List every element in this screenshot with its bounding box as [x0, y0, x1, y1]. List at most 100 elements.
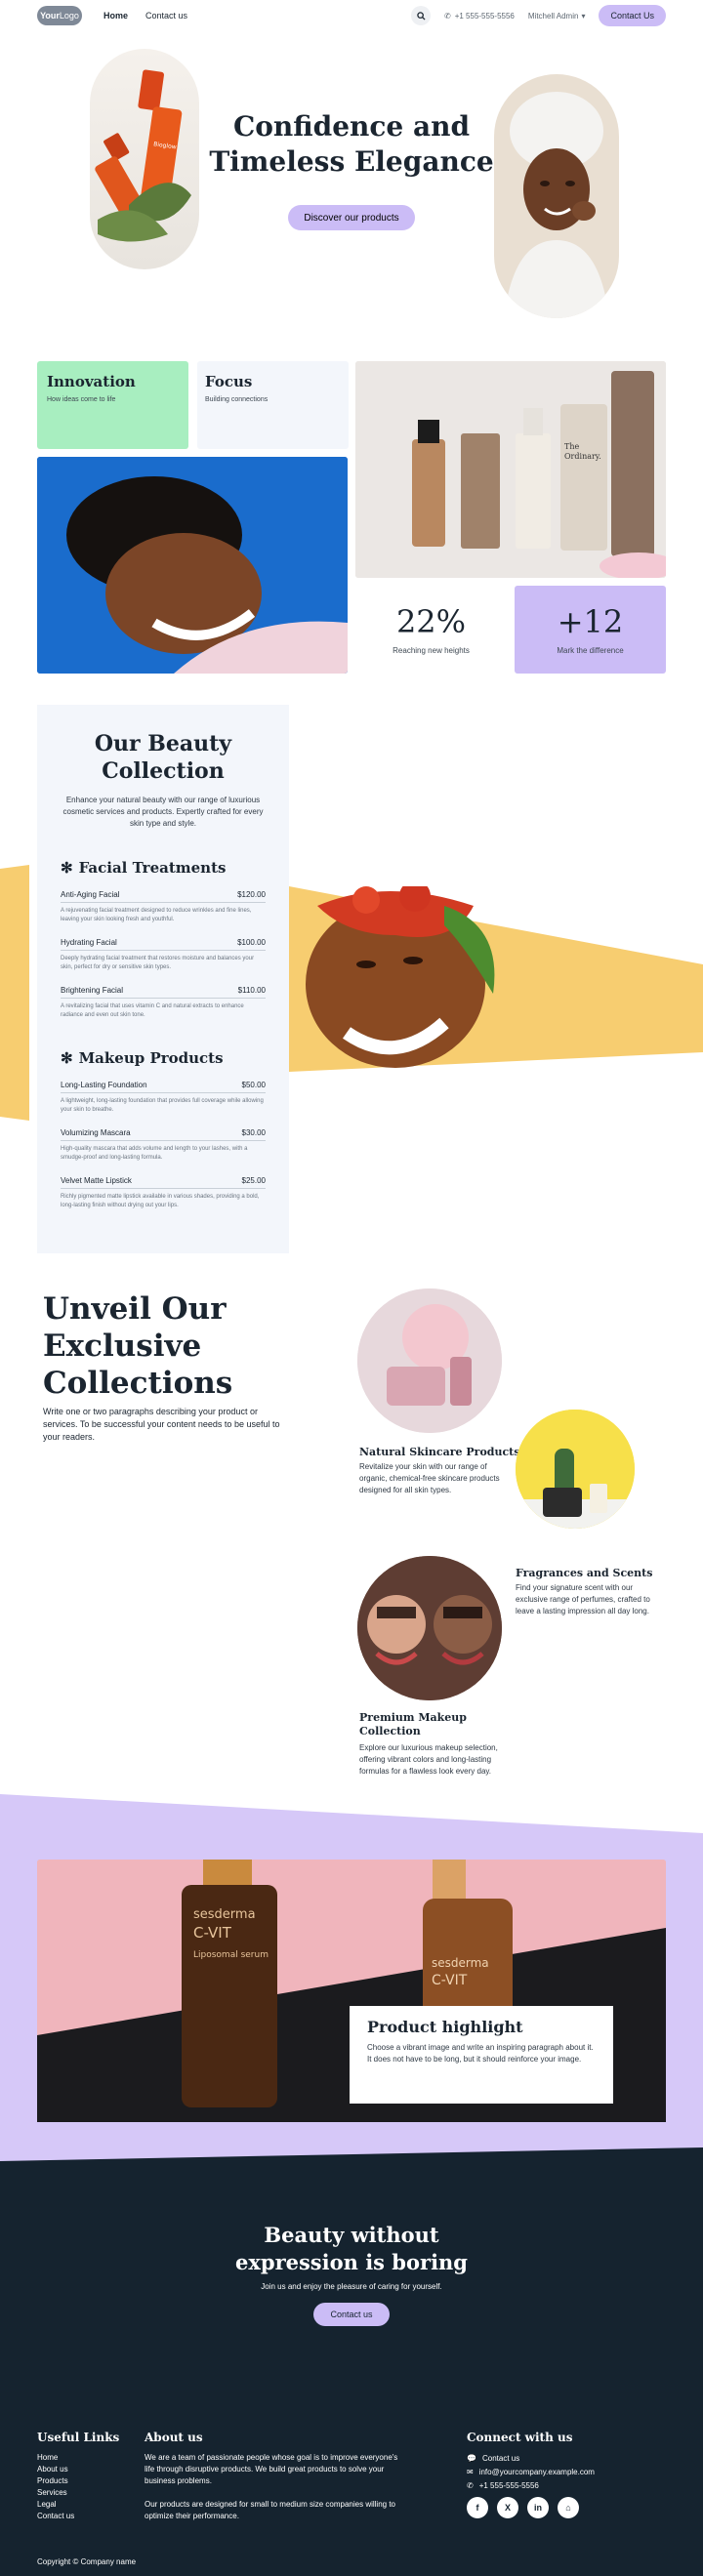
menu-item-desc: A lightweight, long-lasting foundation t…: [61, 1098, 264, 1113]
nav-home[interactable]: Home: [103, 11, 128, 20]
lavender-wedge: [0, 2122, 703, 2161]
svg-text:The: The: [564, 442, 579, 451]
highlight-title: Product highlight: [367, 2018, 523, 2036]
footer-links-title: Useful Links: [37, 2431, 120, 2444]
logo[interactable]: Your Logo: [37, 6, 82, 25]
footer-contact-item[interactable]: ✆ +1 555-555-5556: [467, 2479, 595, 2493]
nav-contact[interactable]: Contact us: [145, 11, 187, 20]
copyright: Copyright © Company name: [37, 2557, 137, 2566]
collection-lead: Enhance your natural beauty with our ran…: [62, 796, 264, 828]
facebook-icon[interactable]: f: [467, 2497, 488, 2518]
product-desc: Explore our luxurious makeup selection, …: [359, 1743, 498, 1776]
menu-item-name: Volumizing Mascara: [61, 1128, 131, 1137]
svg-text:Ordinary.: Ordinary.: [564, 452, 601, 461]
footer-contact: 💬 Contact us ✉ info@yourcompany.example.co…: [467, 2452, 595, 2493]
footer-link[interactable]: Services: [37, 2487, 74, 2499]
feature-tile-focus: Focus Building connections: [197, 361, 349, 449]
product-highlight-card: Product highlight Choose a vibrant image…: [350, 2006, 613, 2104]
asterisk-icon: ✻: [61, 1049, 73, 1067]
user-name: Mitchell Admin: [527, 11, 579, 20]
footer-links: Home About us Products Services Legal Co…: [37, 2452, 74, 2522]
makeup-collection-image: [357, 1556, 502, 1700]
user-menu[interactable]: Mitchell Admin ▾: [528, 12, 586, 20]
footer-contact-item[interactable]: ✉ info@yourcompany.example.com: [467, 2466, 595, 2479]
footer-link[interactable]: Home: [37, 2452, 74, 2464]
menu-item-price: $120.00: [237, 890, 266, 899]
menu-item-desc: Richly pigmented matte lipstick availabl…: [61, 1194, 260, 1208]
header-phone[interactable]: ✆ +1 555-555-5556: [444, 12, 515, 20]
menu-item-name: Brightening Facial: [61, 986, 124, 995]
menu-item-desc: A rejuvenating facial treatment designed…: [61, 908, 252, 922]
home-icon[interactable]: ⌂: [558, 2497, 579, 2518]
feature-subtitle: Building connections: [205, 396, 269, 403]
bottle-brand-text: sesderma: [193, 1907, 256, 1922]
menu-section-title: Facial Treatments: [78, 859, 227, 877]
cta-title: Beauty without expression is boring: [235, 2223, 468, 2274]
logo-bold-text: Your: [40, 11, 60, 20]
product-desc: Find your signature scent with our exclu…: [516, 1583, 650, 1615]
unveil-text: Write one or two paragraphs describing y…: [43, 1407, 280, 1442]
discover-products-button[interactable]: Discover our products: [288, 205, 415, 230]
page: Your Logo Home Contact us ✆ +1 555-555-55…: [0, 0, 703, 2576]
menu-section-makeup: ✻ Makeup Products: [61, 1049, 289, 1067]
x-icon[interactable]: X: [497, 2497, 518, 2518]
menu-item-name: Anti-Aging Facial: [61, 890, 120, 899]
collection-title: Our Beauty Collection: [94, 731, 232, 784]
stat-label: Mark the difference: [557, 646, 624, 655]
feature-title: Innovation: [47, 373, 136, 390]
footer-contact-text: Contact us: [481, 2454, 520, 2463]
menu-item-name: Long-Lasting Foundation: [61, 1081, 147, 1089]
logo-text: Logo: [59, 11, 79, 20]
stat-value: +12: [557, 603, 624, 640]
menu-item: Brightening Facial $110.00 A revitalizing…: [61, 986, 266, 1020]
footer-contact-text: info@yourcompany.example.com: [478, 2468, 595, 2476]
stat-value: 22%: [395, 603, 467, 640]
unveil-title: Unveil Our Exclusive Collections: [43, 1291, 233, 1401]
social-links: f X in ⌂: [467, 2497, 579, 2518]
menu-item: Long-Lasting Foundation $50.00 A lightwei…: [61, 1081, 266, 1115]
cta-contact-button[interactable]: Contact us: [313, 2303, 390, 2326]
footer-contact-text: +1 555-555-5556: [478, 2481, 539, 2490]
menu-item-price: $110.00: [237, 986, 266, 995]
hero-right-image: [494, 74, 619, 318]
footer-contact-title: Connect with us: [467, 2431, 573, 2444]
menu-item-name: Velvet Matte Lipstick: [61, 1176, 132, 1185]
feature-subtitle: How ideas come to life: [47, 396, 116, 403]
footer-link[interactable]: About us: [37, 2464, 74, 2475]
menu-item-name: Hydrating Facial: [61, 938, 117, 947]
search-icon: [416, 11, 426, 20]
menu-item-desc: Deeply hydrating facial treatment that r…: [61, 956, 255, 970]
footer-link[interactable]: Contact us: [37, 2511, 74, 2522]
skincare-bottles-image: The Ordinary.: [355, 361, 666, 578]
phone-icon: ✆: [444, 11, 451, 20]
fragrance-image: [516, 1410, 635, 1529]
footer-link[interactable]: Products: [37, 2475, 74, 2487]
envelope-icon: ✉: [467, 2468, 474, 2476]
menu-item-price: $25.00: [241, 1176, 266, 1185]
beauty-collection-menu: Our Beauty Collection Enhance your natur…: [37, 705, 289, 1253]
bottle-name-text: C-VIT: [193, 1924, 232, 1942]
stat-card-reach: 22% Reaching new heights: [355, 586, 507, 674]
menu-item-desc: High-quality mascara that adds volume an…: [61, 1146, 248, 1161]
menu-item-price: $30.00: [241, 1128, 266, 1137]
search-button[interactable]: [411, 6, 431, 25]
linkedin-icon[interactable]: in: [527, 2497, 549, 2518]
product-title: Premium Makeup Collection: [359, 1711, 467, 1738]
stat-card-difference: +12 Mark the difference: [515, 586, 666, 674]
smiling-woman-image: [37, 457, 348, 674]
footer-about: We are a team of passionate people whose…: [145, 2452, 408, 2522]
menu-item: Anti-Aging Facial $120.00 A rejuvenating …: [61, 890, 266, 924]
menu-item: Volumizing Mascara $30.00 High-quality ma…: [61, 1128, 266, 1163]
footer-contact-item[interactable]: 💬 Contact us: [467, 2452, 595, 2466]
flower-woman-image: [298, 886, 554, 1078]
header-contact-button[interactable]: Contact Us: [599, 5, 666, 26]
cta-subtitle: Join us and enjoy the pleasure of caring…: [261, 2282, 442, 2291]
footer-about-text: We are a team of passionate people whose…: [145, 2453, 398, 2485]
footer-link[interactable]: Legal: [37, 2499, 74, 2511]
bottle-sub-text: Liposomal serum: [193, 1950, 269, 1960]
menu-item: Hydrating Facial $100.00 Deeply hydrating…: [61, 938, 266, 972]
asterisk-icon: ✻: [61, 859, 73, 877]
highlight-text: Choose a vibrant image and write an insp…: [367, 2043, 594, 2064]
svg-text:C-VIT: C-VIT: [432, 1973, 468, 1988]
phone-icon: ✆: [467, 2481, 474, 2490]
